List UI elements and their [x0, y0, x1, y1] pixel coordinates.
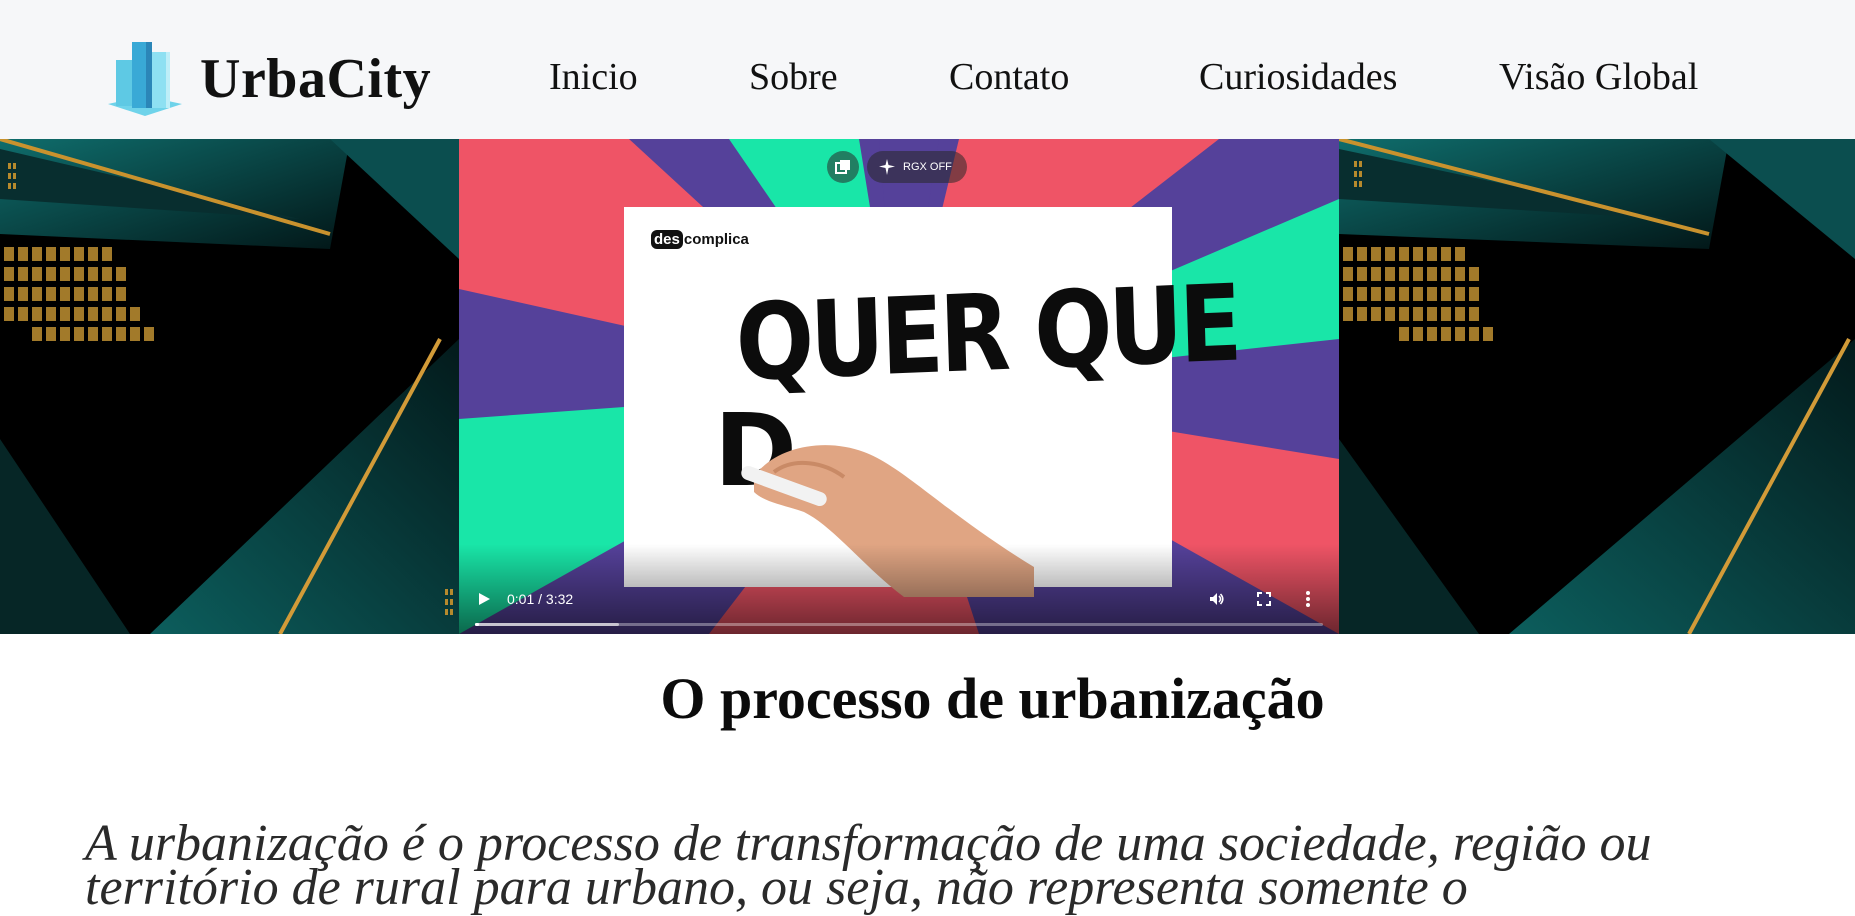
drag-handle-icon[interactable]	[1354, 161, 1364, 191]
time-display: 0:01 / 3:32	[507, 591, 574, 607]
section-title: O processo de urbanização	[660, 666, 1325, 731]
section-paragraph: A urbanização é o processo de transforma…	[85, 815, 1652, 916]
volume-icon[interactable]	[1208, 590, 1226, 613]
drag-handle-icon[interactable]	[445, 589, 455, 619]
rgx-label: RGX OFF	[903, 161, 952, 173]
channel-badge: des complica	[651, 230, 749, 249]
rgx-toggle-button[interactable]: RGX OFF	[867, 151, 967, 183]
more-options-icon[interactable]	[1305, 590, 1311, 613]
brand-name[interactable]: UrbaCity	[200, 44, 431, 114]
site-header: UrbaCity Inicio Sobre Contato Curiosidad…	[0, 0, 1855, 139]
right-decorative-panel	[1339, 139, 1855, 634]
nav-inicio[interactable]: Inicio	[549, 52, 638, 102]
play-icon[interactable]	[475, 590, 493, 608]
whiteboard: des complica QUER QUE D	[624, 207, 1240, 597]
nav-sobre[interactable]: Sobre	[749, 52, 838, 102]
picture-in-picture-icon[interactable]	[827, 151, 859, 183]
city-buildings-logo-icon[interactable]	[102, 38, 188, 118]
handwritten-text: QUER QUE	[734, 261, 1240, 405]
video-player[interactable]: des complica QUER QUE D RGX OFF 0:01 / 3…	[459, 139, 1339, 634]
drag-handle-icon[interactable]	[8, 163, 18, 193]
fullscreen-icon[interactable]	[1256, 591, 1272, 612]
progress-bar[interactable]	[475, 623, 1323, 626]
left-decorative-panel	[0, 139, 459, 634]
nav-curiosidades[interactable]: Curiosidades	[1199, 52, 1397, 102]
sparkle-icon	[879, 159, 895, 175]
progress-buffered	[475, 623, 620, 626]
nav-visao-global[interactable]: Visão Global	[1499, 52, 1698, 102]
video-controls: 0:01 / 3:32	[459, 544, 1339, 634]
nav-contato[interactable]: Contato	[949, 52, 1069, 102]
